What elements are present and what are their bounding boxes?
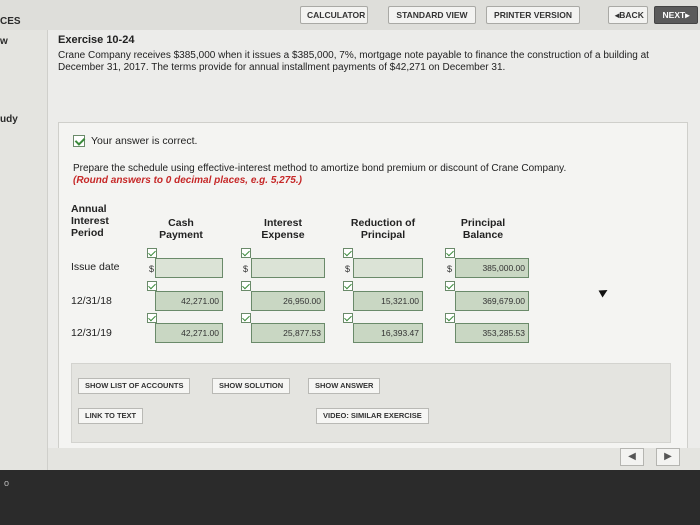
next-button[interactable]: NEXT▸ (654, 6, 698, 24)
check-icon (445, 248, 455, 258)
header-period: Annual Interest Period (71, 203, 109, 239)
next-label: NEXT (662, 10, 686, 20)
reduction-input-1[interactable]: 15,321.00 (353, 291, 423, 311)
interest-input-0[interactable] (251, 258, 325, 278)
instructions-main: Prepare the schedule using effective-int… (73, 163, 567, 174)
dollar-sign: $ (243, 264, 249, 274)
balance-input-0[interactable]: 385,000.00 (455, 258, 529, 278)
exercise-header: Exercise 10-24 Crane Company receives $3… (58, 34, 688, 74)
standard-view-button[interactable]: STANDARD VIEW (388, 6, 476, 24)
header-reduction: Reduction of Principal (350, 217, 416, 241)
header-balance: Principal Balance (460, 217, 506, 241)
row-period-1: 12/31/18 (71, 295, 112, 307)
answer-panel: Your answer is correct. Prepare the sche… (58, 122, 688, 457)
exercise-title: Exercise 10-24 (58, 34, 135, 46)
cash-input-1[interactable]: 42,271.00 (155, 291, 223, 311)
instructions: Prepare the schedule using effective-int… (73, 163, 673, 187)
row-period-0: Issue date (71, 261, 120, 273)
check-icon (147, 281, 157, 291)
screen: CALCULATOR STANDARD VIEW PRINTER VERSION… (0, 0, 700, 470)
action-button-bar: SHOW LIST OF ACCOUNTS SHOW SOLUTION SHOW… (71, 363, 671, 443)
video-similar-exercise-button[interactable]: VIDEO: SIMILAR EXERCISE (316, 408, 429, 424)
bottom-navigation-bar (48, 448, 700, 470)
main-content: Exercise 10-24 Crane Company receives $3… (48, 30, 700, 470)
header-interest: Interest Expense (261, 217, 305, 241)
balance-input-2[interactable]: 353,285.53 (455, 323, 529, 343)
check-icon (241, 313, 251, 323)
check-icon (73, 135, 85, 147)
printer-version-button[interactable]: PRINTER VERSION (486, 6, 580, 24)
top-toolbar: CALCULATOR STANDARD VIEW PRINTER VERSION… (0, 0, 700, 30)
show-answer-button[interactable]: SHOW ANSWER (308, 378, 381, 394)
check-icon (343, 248, 353, 258)
check-icon (241, 281, 251, 291)
back-button[interactable]: ◂BACK (608, 6, 648, 24)
reduction-input-2[interactable]: 16,393.47 (353, 323, 423, 343)
chevron-right-icon: ▸ (685, 10, 690, 20)
check-icon (147, 313, 157, 323)
previous-arrow-button[interactable]: ◀ (620, 448, 644, 466)
show-list-of-accounts-button[interactable]: SHOW LIST OF ACCOUNTS (78, 378, 191, 394)
next-arrow-button[interactable]: ▶ (656, 448, 680, 466)
check-icon (445, 313, 455, 323)
sidebar-text-1: CES (0, 16, 21, 27)
rounding-note: (Round answers to 0 decimal places, e.g.… (73, 175, 302, 186)
header-cash: Cash Payment (159, 217, 203, 241)
exercise-text: Crane Company receives $385,000 when it … (58, 50, 649, 73)
interest-input-2[interactable]: 25,877.53 (251, 323, 325, 343)
dollar-sign: $ (447, 264, 453, 274)
row-period-2: 12/31/19 (71, 327, 112, 339)
check-icon (343, 313, 353, 323)
check-icon (343, 281, 353, 291)
interest-input-1[interactable]: 26,950.00 (251, 291, 325, 311)
check-icon (147, 248, 157, 258)
cash-input-0[interactable] (155, 258, 223, 278)
sidebar-text-2[interactable]: w (0, 36, 8, 47)
correct-message: Your answer is correct. (91, 135, 198, 147)
dollar-sign: $ (149, 264, 155, 274)
sidebar-text-4: o (4, 478, 10, 488)
show-solution-button[interactable]: SHOW SOLUTION (212, 378, 291, 394)
calculator-button[interactable]: CALCULATOR (300, 6, 368, 24)
reduction-input-0[interactable] (353, 258, 423, 278)
back-label: BACK (619, 10, 644, 20)
cash-input-2[interactable]: 42,271.00 (155, 323, 223, 343)
sidebar-text-3[interactable]: udy (0, 114, 18, 125)
dollar-sign: $ (345, 264, 351, 274)
link-to-text-button[interactable]: LINK TO TEXT (78, 408, 144, 424)
correct-indicator: Your answer is correct. (73, 135, 197, 147)
amortization-table: Annual Interest Period Cash Payment Inte… (59, 203, 689, 358)
check-icon (445, 281, 455, 291)
left-sidebar: CES w udy (0, 16, 48, 470)
check-icon (241, 248, 251, 258)
balance-input-1[interactable]: 369,679.00 (455, 291, 529, 311)
